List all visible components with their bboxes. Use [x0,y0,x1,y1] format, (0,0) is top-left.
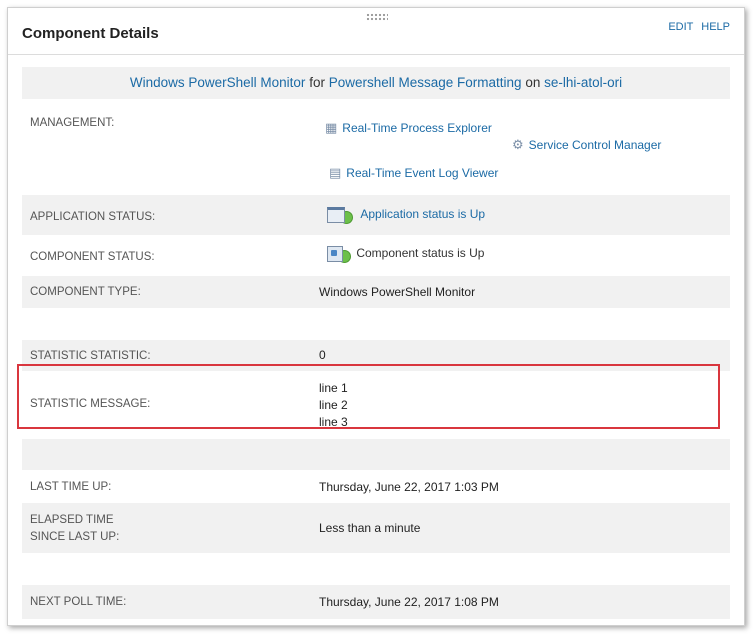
process-explorer-icon: ▦ [325,120,338,135]
service-control-link[interactable]: Service Control Manager [529,138,662,152]
component-status-row: COMPONENT STATUS: Component status is Up [22,236,730,276]
event-log-icon: ▤ [329,165,342,180]
component-type-value: Windows PowerShell Monitor [319,285,476,299]
spacer-row [22,439,730,470]
event-log-item[interactable]: ▤ Real-Time Event Log Viewer [329,165,498,181]
summary-row: Windows PowerShell Monitor for Powershel… [22,67,730,99]
elapsed-time-label: ELAPSED TIME SINCE LAST UP: [30,512,119,546]
application-status-link[interactable]: Application status is Up [360,207,485,221]
application-status-row: APPLICATION STATUS: Application status i… [22,195,730,235]
component-type-label: COMPONENT TYPE: [30,286,141,298]
highlight-box [17,364,720,429]
service-control-item[interactable]: ⚙ Service Control Manager [512,137,661,153]
elapsed-label-line: SINCE LAST UP: [30,531,120,543]
help-link[interactable]: HELP [701,21,730,33]
component-details-panel: Component Details EDIT HELP Windows Powe… [7,7,745,626]
last-time-up-row: LAST TIME UP: Thursday, June 22, 2017 1:… [22,471,730,503]
process-explorer-item[interactable]: ▦ Real-Time Process Explorer [325,120,492,136]
panel-header: Component Details EDIT HELP [8,8,744,55]
process-explorer-link[interactable]: Real-Time Process Explorer [342,121,492,135]
statistic-value: 0 [319,348,326,362]
component-status-text: Component status is Up [356,245,485,260]
monitor-link[interactable]: Windows PowerShell Monitor [130,75,306,90]
component-status-label: COMPONENT STATUS: [30,251,155,263]
edit-link[interactable]: EDIT [668,21,693,33]
application-icon [327,206,345,223]
panel-title: Component Details [22,25,159,42]
next-poll-label: NEXT POLL TIME: [30,596,127,608]
last-time-up-label: LAST TIME UP: [30,481,112,493]
gear-icon: ⚙ [512,137,524,152]
on-text: on [525,75,541,90]
application-status-label: APPLICATION STATUS: [30,211,156,223]
statistic-label: STATISTIC STATISTIC: [30,350,151,362]
application-status-value: Application status is Up [327,205,485,224]
elapsed-time-row: ELAPSED TIME SINCE LAST UP: Less than a … [22,503,730,553]
node-link[interactable]: se-lhi-atol-ori [544,75,622,90]
event-log-link[interactable]: Real-Time Event Log Viewer [346,166,498,180]
elapsed-label-line: ELAPSED TIME [30,514,114,526]
component-icon [327,245,343,262]
next-poll-row: NEXT POLL TIME: Thursday, June 22, 2017 … [22,585,730,619]
for-text: for [309,75,325,90]
header-links: EDIT HELP [663,21,730,33]
component-type-row: COMPONENT TYPE: Windows PowerShell Monit… [22,276,730,308]
application-link[interactable]: Powershell Message Formatting [329,75,522,90]
component-status-value: Component status is Up [327,244,484,263]
last-time-up-value: Thursday, June 22, 2017 1:03 PM [319,480,499,494]
next-poll-value: Thursday, June 22, 2017 1:08 PM [319,595,499,609]
management-label: MANAGEMENT: [30,117,115,129]
elapsed-time-value: Less than a minute [319,521,421,535]
management-row: MANAGEMENT: ▦ Real-Time Process Explorer … [22,99,730,188]
